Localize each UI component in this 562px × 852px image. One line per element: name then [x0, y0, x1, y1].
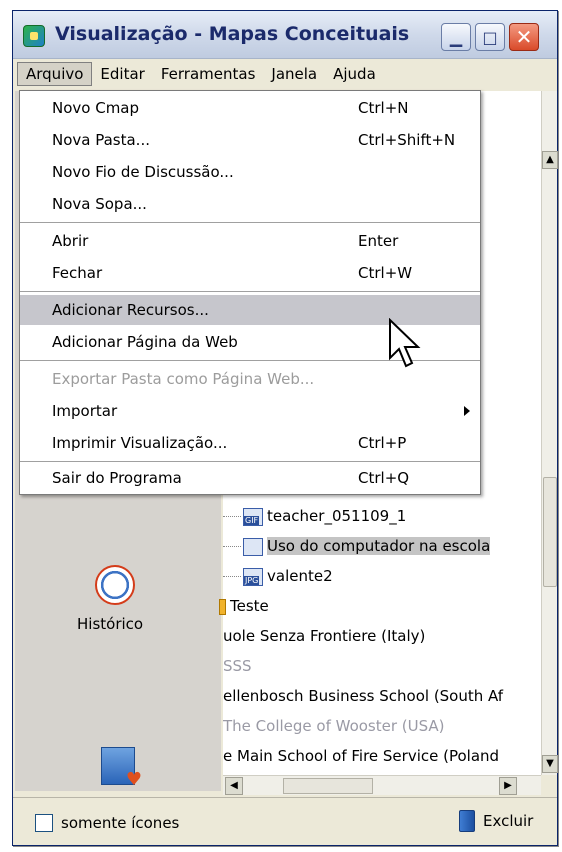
jpg-file-icon: JPG	[243, 567, 263, 586]
window-title: Visualização - Mapas Conceituais	[55, 23, 410, 45]
concept-map-icon	[243, 537, 263, 556]
history-icon[interactable]	[95, 565, 135, 605]
menu-item-nova-sopa[interactable]: Nova Sopa...	[20, 189, 480, 219]
menu-item-novo-fio[interactable]: Novo Fio de Discussão...	[20, 157, 480, 187]
scroll-left-button[interactable]: ◀	[225, 777, 243, 795]
menu-item-novo-cmap[interactable]: Novo Cmap Ctrl+N	[20, 93, 480, 123]
menu-editar[interactable]: Editar	[92, 63, 152, 85]
maximize-icon: □	[482, 27, 498, 47]
scroll-down-button[interactable]: ▼	[542, 755, 558, 773]
menu-item-abrir[interactable]: Abrir Enter	[20, 226, 480, 256]
mouse-pointer-icon	[389, 318, 421, 368]
minimize-icon: ▁	[449, 27, 463, 47]
menu-arquivo[interactable]: Arquivo	[17, 62, 93, 86]
menu-item-nova-pasta[interactable]: Nova Pasta... Ctrl+Shift+N	[20, 125, 480, 155]
scroll-right-button[interactable]: ▶	[499, 777, 517, 795]
close-button[interactable]: ✕	[509, 23, 539, 51]
submenu-arrow-icon	[464, 406, 470, 416]
menu-janela[interactable]: Janela	[263, 63, 325, 85]
tree-item-scuole[interactable]: uole Senza Frontiere (Italy)	[223, 623, 533, 649]
horizontal-scroll-thumb[interactable]	[283, 778, 373, 794]
icons-only-checkbox[interactable]	[35, 814, 53, 832]
vertical-scrollbar[interactable]: ▲ ▼	[541, 91, 558, 775]
menu-separator	[20, 291, 480, 293]
title-bar[interactable]: Visualização - Mapas Conceituais ▁ □ ✕	[13, 11, 557, 59]
menu-item-sair[interactable]: Sair do Programa Ctrl+Q	[20, 463, 480, 493]
tree-item-teste[interactable]: Teste	[219, 593, 529, 619]
minimize-button[interactable]: ▁	[441, 23, 471, 51]
tree-item-uso-computador[interactable]: Uso do computador na escola	[223, 533, 533, 559]
folder-icon	[219, 598, 226, 615]
tree-item-stellenbosch[interactable]: ellenbosch Business School (South Af	[223, 683, 533, 709]
vertical-scroll-thumb[interactable]	[543, 477, 557, 587]
menu-ferramentas[interactable]: Ferramentas	[153, 63, 264, 85]
arquivo-dropdown-menu: Novo Cmap Ctrl+N Nova Pasta... Ctrl+Shift+…	[19, 90, 481, 495]
menu-ajuda[interactable]: Ajuda	[325, 63, 384, 85]
tree-connector	[223, 516, 241, 517]
maximize-button[interactable]: □	[475, 23, 505, 51]
delete-button[interactable]: Excluir	[483, 812, 533, 830]
menu-item-imprimir[interactable]: Imprimir Visualização... Ctrl+P	[20, 428, 480, 458]
tree-item-wooster[interactable]: The College of Wooster (USA)	[223, 713, 533, 739]
tree-connector	[223, 576, 241, 577]
tree-item-teacher[interactable]: GIF teacher_051109_1	[223, 503, 533, 529]
cmap-app-icon	[23, 25, 45, 47]
close-icon: ✕	[515, 25, 533, 49]
menu-item-importar[interactable]: Importar	[20, 396, 480, 426]
scroll-up-button[interactable]: ▲	[542, 151, 558, 169]
tree-item-fire-service[interactable]: e Main School of Fire Service (Poland	[223, 743, 533, 769]
status-bar: somente ícones Excluir	[13, 797, 557, 845]
history-label[interactable]: Histórico	[77, 615, 143, 633]
menu-separator	[20, 222, 480, 224]
trash-icon[interactable]	[459, 810, 475, 832]
favorites-icon[interactable]	[101, 747, 142, 790]
tree-item-sss[interactable]: SSS	[223, 653, 533, 679]
menu-item-fechar[interactable]: Fechar Ctrl+W	[20, 258, 480, 288]
icons-only-label[interactable]: somente ícones	[61, 814, 179, 832]
tree-item-valente2[interactable]: JPG valente2	[223, 563, 533, 589]
gif-file-icon: GIF	[243, 507, 263, 526]
horizontal-scrollbar[interactable]: ◀ ▶	[223, 775, 541, 795]
menu-bar: Arquivo Editar Ferramentas Janela Ajuda	[13, 60, 557, 88]
tree-connector	[223, 546, 241, 547]
